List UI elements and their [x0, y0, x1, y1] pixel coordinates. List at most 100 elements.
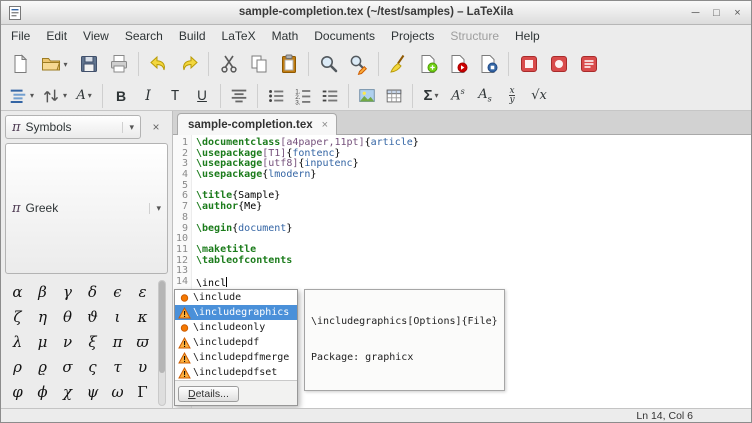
symbol-cell[interactable]: θ	[55, 305, 80, 330]
warning-icon: !	[177, 367, 191, 379]
panel-selector[interactable]: π Symbols ▾	[5, 115, 141, 139]
search-button[interactable]	[314, 50, 343, 78]
save-document-button[interactable]	[74, 50, 103, 78]
symbol-cell[interactable]: ϕ	[30, 380, 55, 405]
symbol-cell[interactable]: ξ	[80, 330, 105, 355]
typewriter-button[interactable]: T	[162, 83, 188, 108]
symbol-cell[interactable]: τ	[105, 355, 130, 380]
maximize-icon[interactable]: □	[707, 4, 726, 21]
symbol-cell[interactable]: ν	[55, 330, 80, 355]
underline-button[interactable]: U	[189, 83, 215, 108]
view-ps-button[interactable]	[574, 50, 603, 78]
enumerate-button[interactable]: 1.2.3.	[290, 83, 316, 108]
search-replace-button[interactable]	[344, 50, 373, 78]
symbol-cell[interactable]: ψ	[80, 380, 105, 405]
completion-item-include[interactable]: \include	[175, 290, 297, 305]
warning-icon: !	[177, 337, 191, 349]
symbol-cell[interactable]: ϱ	[30, 355, 55, 380]
compile-latex-button[interactable]	[414, 50, 443, 78]
symbol-cell[interactable]: η	[30, 305, 55, 330]
menu-build[interactable]: Build	[171, 26, 214, 46]
redo-button[interactable]	[174, 50, 203, 78]
itemize-button[interactable]	[263, 83, 289, 108]
menu-latex[interactable]: LaTeX	[214, 26, 264, 46]
undo-button[interactable]	[144, 50, 173, 78]
view-ps-icon	[578, 53, 600, 75]
description-button[interactable]	[317, 83, 343, 108]
completion-item-includepdfmerge[interactable]: !\includepdfmerge	[175, 350, 297, 365]
figure-button[interactable]	[354, 83, 380, 108]
superscript-button[interactable]: As	[445, 83, 471, 108]
symbol-cell[interactable]: ζ	[5, 305, 30, 330]
completion-item-includegraphics[interactable]: !\includegraphics	[175, 305, 297, 320]
clean-build-button[interactable]	[384, 50, 413, 78]
scrollbar-thumb[interactable]	[159, 281, 165, 373]
tab-close-icon[interactable]: ×	[322, 119, 328, 131]
print-document-button[interactable]	[104, 50, 133, 78]
center-button[interactable]	[226, 83, 252, 108]
cut-button[interactable]	[214, 50, 243, 78]
sidebar-scrollbar[interactable]	[158, 280, 166, 407]
symbol-cell[interactable]: υ	[130, 355, 155, 380]
menu-file[interactable]: File	[3, 26, 38, 46]
math-functions-dropdown[interactable]: Σ▾	[418, 83, 444, 108]
symbol-cell[interactable]: ω	[105, 380, 130, 405]
menu-projects[interactable]: Projects	[383, 26, 442, 46]
bold-button[interactable]: B	[108, 83, 134, 108]
symbol-cell[interactable]: χ	[55, 380, 80, 405]
open-document-button[interactable]: ▾	[35, 50, 73, 78]
paste-button[interactable]	[274, 50, 303, 78]
view-dvi-button[interactable]	[514, 50, 543, 78]
menu-math[interactable]: Math	[264, 26, 307, 46]
symbol-cell[interactable]: γ	[55, 280, 80, 305]
details-button[interactable]: Details...	[178, 386, 239, 402]
italic-button[interactable]: I	[135, 83, 161, 108]
symbol-cell[interactable]: β	[30, 280, 55, 305]
menu-documents[interactable]: Documents	[306, 26, 383, 46]
symbol-cell[interactable]: δ	[80, 280, 105, 305]
symbol-cell[interactable]: α	[5, 280, 30, 305]
code-editor[interactable]: 1234567891011121314 \documentclass[a4pap…	[173, 135, 751, 408]
menu-edit[interactable]: Edit	[38, 26, 75, 46]
completion-item-includepdf[interactable]: !\includepdf	[175, 335, 297, 350]
sqrt-button[interactable]: √x	[526, 83, 552, 108]
symbol-cell[interactable]: σ	[55, 355, 80, 380]
view-pdf-button[interactable]	[544, 50, 573, 78]
symbol-cell[interactable]: π	[105, 330, 130, 355]
symbol-cell[interactable]: φ	[5, 380, 30, 405]
minimize-icon[interactable]: ─	[686, 4, 705, 21]
close-icon[interactable]: ×	[728, 4, 747, 21]
compile-pdflatex-button[interactable]	[444, 50, 473, 78]
menu-help[interactable]: Help	[507, 26, 548, 46]
font-size-dropdown[interactable]: A▾	[71, 83, 97, 108]
completion-item-includeonly[interactable]: \includeonly	[175, 320, 297, 335]
convert-document-button[interactable]	[474, 50, 503, 78]
table-button[interactable]	[381, 83, 407, 108]
symbol-cell[interactable]: ε	[130, 280, 155, 305]
symbol-cell[interactable]: ϑ	[80, 305, 105, 330]
symbol-cell[interactable]: ι	[105, 305, 130, 330]
symbol-cell[interactable]: ς	[80, 355, 105, 380]
symbol-cell[interactable]: λ	[5, 330, 30, 355]
menu-search[interactable]: Search	[117, 26, 171, 46]
symbol-cell[interactable]: Γ	[130, 380, 155, 405]
fraction-button[interactable]: xy	[499, 83, 525, 108]
completion-item-includepdfset[interactable]: !\includepdfset	[175, 365, 297, 380]
chevron-down-icon[interactable]: ▾	[63, 60, 67, 69]
subscript-button[interactable]: As	[472, 83, 498, 108]
symbol-category-selector[interactable]: π Greek ▾	[5, 143, 168, 274]
new-document-button[interactable]	[5, 50, 34, 78]
sections-dropdown[interactable]: ▾	[5, 83, 37, 108]
menu-view[interactable]: View	[75, 26, 117, 46]
tab-sample-completion[interactable]: sample-completion.tex ×	[177, 113, 337, 135]
search-icon	[318, 53, 340, 75]
symbol-cell[interactable]: ϵ	[105, 280, 130, 305]
symbol-cell[interactable]: ρ	[5, 355, 30, 380]
symbol-cell[interactable]: ϖ	[130, 330, 155, 355]
copy-button[interactable]	[244, 50, 273, 78]
menu-structure[interactable]: Structure	[442, 26, 507, 46]
references-dropdown[interactable]: ▾	[38, 83, 70, 108]
symbol-cell[interactable]: κ	[130, 305, 155, 330]
symbol-cell[interactable]: μ	[30, 330, 55, 355]
close-panel-button[interactable]: ×	[144, 115, 168, 139]
